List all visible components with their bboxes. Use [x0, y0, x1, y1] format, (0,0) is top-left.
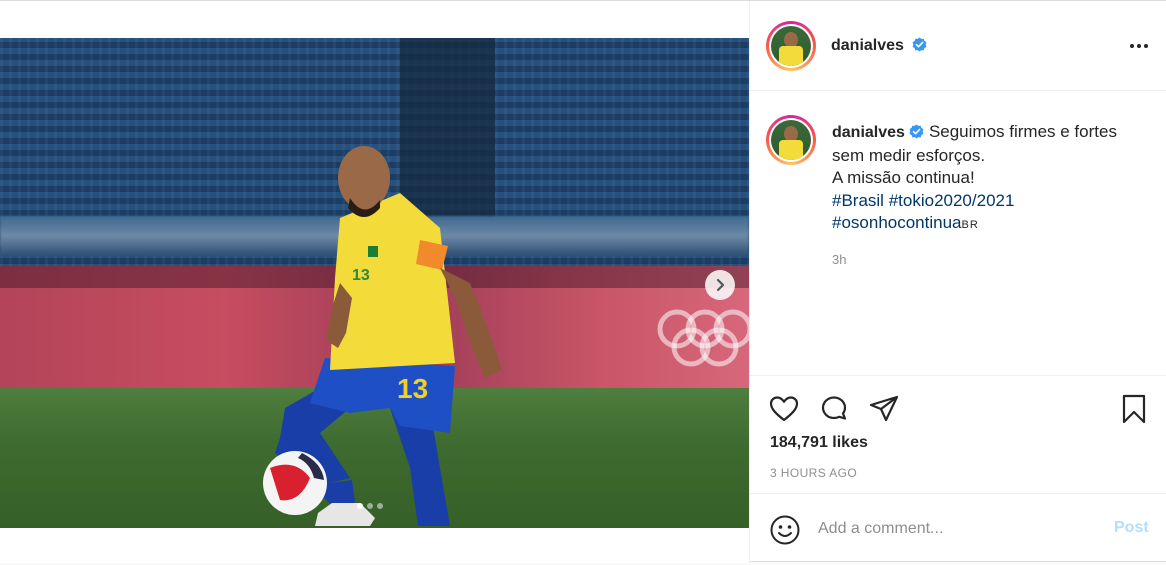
olympic-rings	[657, 309, 749, 367]
caption-username[interactable]: danialves	[832, 124, 905, 141]
post-details-panel: danialves danialves Seguimos firmes e fo…	[749, 1, 1166, 563]
svg-text:13: 13	[352, 267, 370, 284]
caption-avatar[interactable]	[766, 115, 816, 165]
carousel-indicator	[357, 503, 383, 509]
hashtag-link[interactable]: #Brasil	[832, 191, 884, 210]
comment-bubble-icon[interactable]	[818, 393, 850, 425]
verified-badge-icon	[912, 37, 927, 52]
verified-badge-icon	[909, 124, 924, 139]
chevron-right-icon	[716, 278, 725, 292]
post-comment-button[interactable]: Post	[1114, 519, 1149, 537]
caption-line: A missão continua!	[832, 168, 975, 187]
carousel-dot	[367, 503, 373, 509]
caption-line: sem medir esforços.	[832, 145, 986, 165]
post-caption: danialves Seguimos firmes e fortes sem m…	[750, 91, 1166, 376]
next-photo-button[interactable]	[705, 270, 735, 300]
caption-line: Seguimos firmes e fortes	[928, 122, 1117, 141]
more-options-icon[interactable]	[1128, 37, 1150, 55]
football-player: 13 13	[263, 146, 502, 526]
post-header: danialves	[750, 1, 1166, 91]
comment-bar: Post	[750, 494, 1166, 563]
post-media: 13 13	[0, 1, 749, 563]
username-link[interactable]: danialves	[831, 37, 904, 54]
avatar[interactable]	[766, 21, 816, 71]
heart-icon[interactable]	[768, 393, 800, 425]
comment-input[interactable]	[818, 514, 1088, 544]
post-photo: 13 13	[0, 38, 749, 528]
bookmark-icon[interactable]	[1118, 393, 1150, 425]
svg-text:13: 13	[397, 373, 428, 404]
caption-timestamp[interactable]: 3h	[832, 252, 846, 267]
carousel-dot	[357, 503, 363, 509]
like-count[interactable]: 184,791 likes	[770, 434, 868, 452]
post-actions: 184,791 likes 3 HOURS AGO	[750, 376, 1166, 494]
instagram-post: 13 13 danialves danialves Seguimos firme…	[0, 0, 1166, 563]
smiley-icon[interactable]	[769, 514, 801, 546]
flag-emoji: BR	[961, 219, 979, 231]
paper-plane-icon[interactable]	[868, 393, 900, 425]
carousel-dot	[377, 503, 383, 509]
caption-text: danialves Seguimos firmes e fortes sem m…	[832, 121, 1152, 237]
hashtag-link[interactable]: #osonhocontinua	[832, 213, 962, 232]
post-timestamp[interactable]: 3 HOURS AGO	[770, 466, 857, 480]
hashtag-link[interactable]: #tokio2020/2021	[889, 191, 1015, 210]
